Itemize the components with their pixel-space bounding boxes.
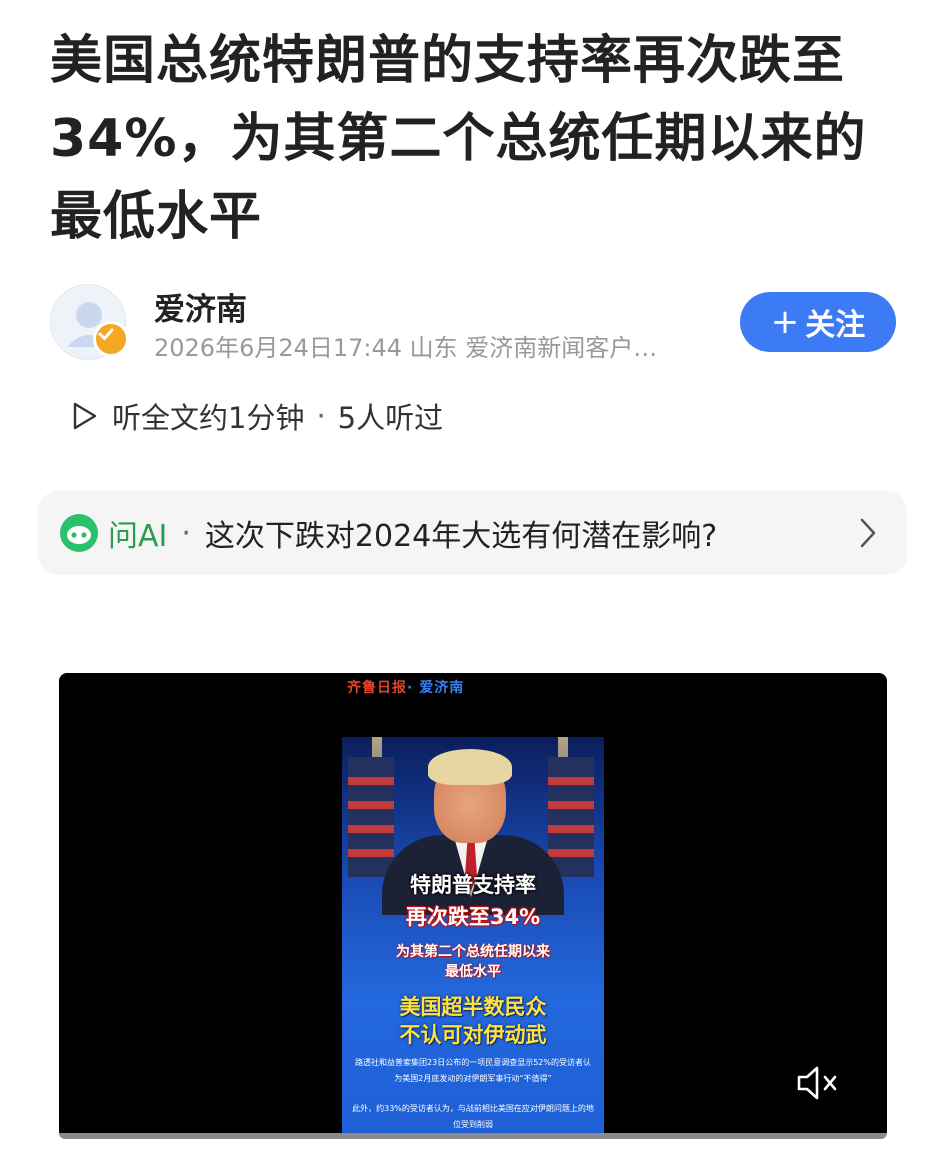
ai-question: 这次下跌对2024年大选有何潜在影响? — [204, 519, 718, 554]
follow-label: 关注 — [805, 308, 866, 343]
video-brand: 齐鲁日报· 爱济南 — [347, 677, 464, 697]
ask-ai-bar[interactable]: 问AI · 这次下跌对2024年大选有何潜在影响? — [38, 491, 907, 575]
flag-graphic — [548, 757, 594, 877]
video-player[interactable]: 特朗普支持率 再次跌至34% 为其第二个总统任期以来 最低水平 美国超半数民众 … — [59, 673, 887, 1139]
listen-label: 听全文约1分钟 — [112, 401, 305, 435]
poster-line-1: 特朗普支持率 — [410, 873, 536, 897]
author-meta: 2026年6月24日17:44 山东 爱济南新闻客户… — [154, 334, 658, 362]
plus-icon: + — [770, 302, 800, 342]
ai-separator: · — [181, 515, 191, 551]
video-progress-bar[interactable] — [59, 1133, 887, 1139]
flag-graphic — [348, 757, 394, 877]
poster-small-text-1: 路透社和益普索集团23日公布的一项民意调查显示52%的受访者认为美国2月底发动的… — [355, 1058, 591, 1083]
brand-name: 齐鲁日报 — [347, 680, 407, 696]
verified-badge-icon — [93, 321, 129, 357]
poster-line-2: 再次跌至34% — [405, 905, 541, 929]
poster-line-5: 美国超半数民众 — [399, 995, 547, 1019]
listen-count: 5人听过 — [337, 401, 444, 435]
author-row: 爱济南 2026年6月24日17:44 山东 爱济南新闻客户… + 关注 — [50, 284, 896, 364]
poster-line-6: 不认可对伊动武 — [399, 1023, 547, 1047]
article-headline: 美国总统特朗普的支持率再次跌至34%，为其第二个总统任期以来的最低水平 — [50, 31, 867, 247]
poster-small-text-2: 此外，约33%的受访者认为，与战前相比美国在应对伊朗问题上的地位受到削弱 — [352, 1104, 594, 1129]
brand-sub: · 爱济南 — [407, 680, 465, 696]
poster-line-4: 最低水平 — [445, 964, 501, 980]
author-avatar[interactable] — [50, 284, 129, 360]
listen-separator: · — [316, 399, 326, 433]
video-poster: 特朗普支持率 再次跌至34% 为其第二个总统任期以来 最低水平 美国超半数民众 … — [342, 737, 604, 1139]
ai-label: 问AI — [108, 519, 168, 554]
play-icon — [73, 402, 97, 430]
mute-icon[interactable] — [795, 1063, 843, 1103]
poster-line-3: 为其第二个总统任期以来 — [396, 944, 550, 960]
chevron-right-icon — [860, 518, 876, 548]
author-name[interactable]: 爱济南 — [154, 284, 247, 329]
listen-row[interactable]: 听全文约1分钟 · 5人听过 — [72, 394, 443, 438]
follow-button[interactable]: + 关注 — [740, 292, 896, 352]
speaker-hair — [428, 749, 512, 785]
ai-logo-icon — [60, 514, 98, 552]
